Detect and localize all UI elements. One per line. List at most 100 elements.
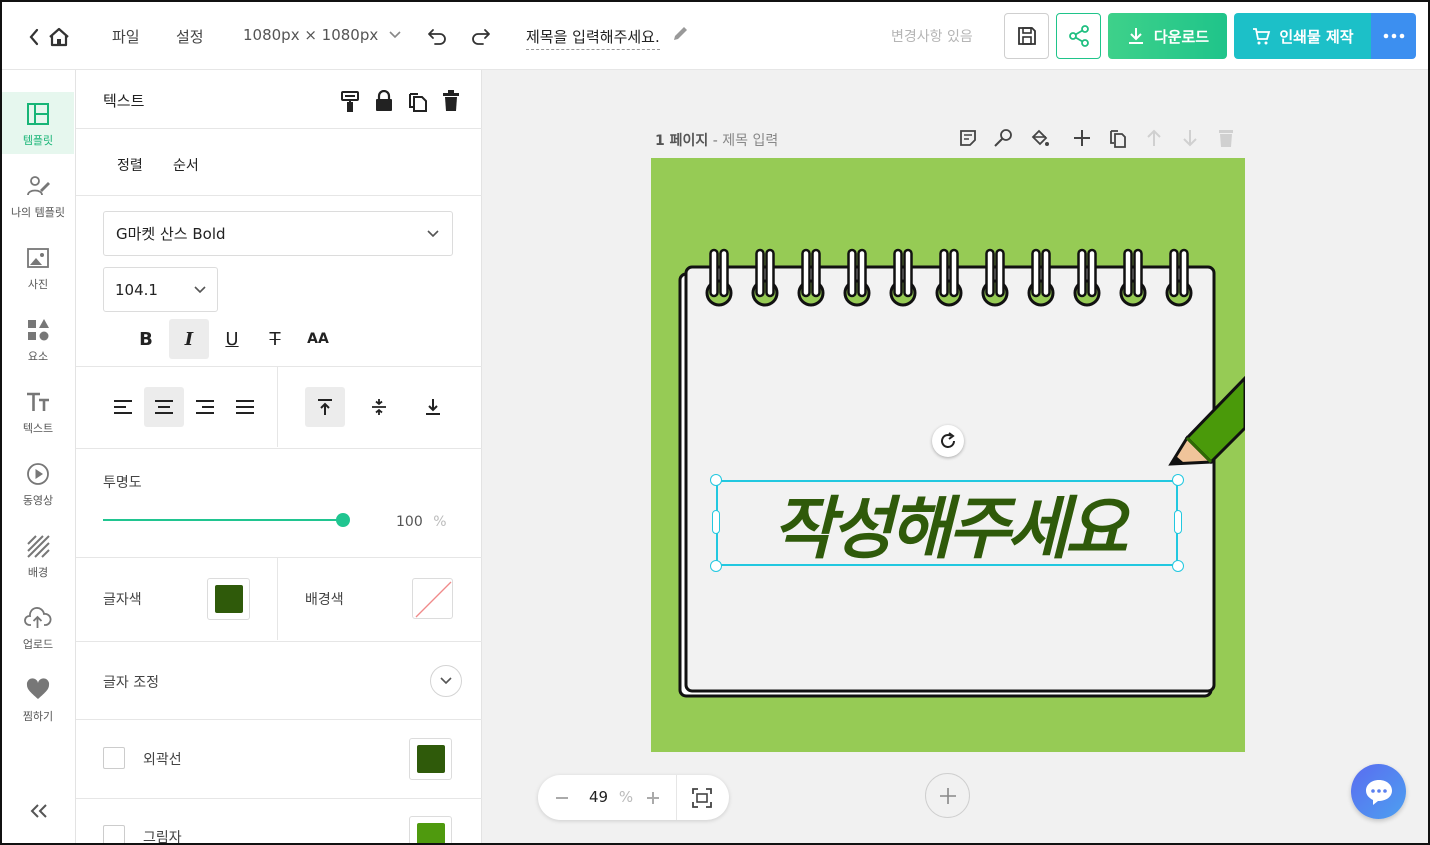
nav-elements[interactable]: 요소 [2,308,74,370]
nav-template[interactable]: 템플릿 [2,92,74,154]
collapse-nav-button[interactable] [28,802,50,820]
more-button[interactable] [1371,13,1416,59]
design-page[interactable]: 작성해주세요 [651,158,1245,752]
back-home-button[interactable] [24,22,72,52]
nav-photo[interactable]: 사진 [2,236,74,298]
font-family-value: G마켓 산스 Bold [116,225,226,243]
canvas-size-select[interactable]: 1080px × 1080px [243,26,402,44]
page-number: 1 페이지 [655,133,709,149]
text-case-button[interactable]: AA [298,319,338,359]
plus-icon [1074,130,1090,146]
resize-handle-tl[interactable] [710,474,722,486]
strikethrough-button[interactable]: T [255,319,295,359]
page-memo-button[interactable] [958,128,978,148]
page-magic-button[interactable] [993,128,1013,148]
chevron-down-icon [194,286,206,294]
opacity-slider-thumb[interactable] [336,513,350,527]
selection-box [716,480,1178,566]
nav-background[interactable]: 배경 [2,524,74,586]
resize-handle-left[interactable] [712,510,720,534]
zoom-value[interactable]: 49 % [589,788,633,806]
resize-handle-br[interactable] [1172,560,1184,572]
valign-middle-button[interactable] [359,387,399,427]
valign-bottom-button[interactable] [413,387,453,427]
divider [76,641,482,642]
undo-button[interactable] [425,24,449,48]
font-size-value: 104.1 [115,280,158,299]
align-left-button[interactable] [103,387,143,427]
chat-support-button[interactable] [1351,764,1406,819]
text-color-label: 글자색 [103,592,142,608]
tab-align[interactable]: 정렬 [117,155,143,175]
spiral-wire [755,248,765,298]
outline-color-fill [416,745,445,773]
print-order-button[interactable]: 인쇄물 제작 [1234,13,1371,59]
floppy-icon [1017,27,1036,45]
bold-button[interactable]: B [126,319,166,359]
nav-my-template[interactable]: 나의 템플릿 [2,164,74,226]
lock-button[interactable] [374,89,394,112]
move-page-down-button[interactable] [1180,128,1200,148]
shadow-color-fill [416,823,445,843]
outline-checkbox[interactable] [103,747,125,769]
nav-label: 업로드 [22,638,54,651]
move-page-up-button[interactable] [1144,128,1164,148]
add-page-button[interactable] [1072,128,1092,148]
bg-color-swatch[interactable] [412,578,453,619]
page-title[interactable]: 제목 입력 [722,133,778,149]
spiral-wire [949,248,959,298]
menu-file[interactable]: 파일 [112,26,140,47]
redo-button[interactable] [469,24,493,48]
shadow-checkbox[interactable] [103,825,125,843]
copy-style-button[interactable] [340,90,362,112]
page-background-fill-button[interactable] [1030,128,1050,148]
nav-upload[interactable]: 업로드 [2,596,74,658]
text-color-swatch[interactable] [207,578,250,620]
top-bar: 파일 설정 1080px × 1080px 제목을 입력해주세요. 변경사항 있… [2,2,1428,70]
duplicate-page-button[interactable] [1108,128,1128,148]
outline-color-swatch[interactable] [409,738,452,780]
share-button[interactable] [1056,13,1101,59]
nav-label: 텍스트 [22,422,54,435]
divider [277,367,278,447]
menu-settings[interactable]: 설정 [176,26,204,47]
resize-handle-tr[interactable] [1172,474,1184,486]
video-icon [27,463,49,485]
nav-text[interactable]: 텍스트 [2,380,74,442]
opacity-slider[interactable] [103,513,351,527]
fit-screen-button[interactable] [691,787,713,809]
align-justify-button[interactable] [225,387,265,427]
zoom-in-button[interactable] [645,790,661,806]
delete-button[interactable] [442,90,460,112]
nav-label: 동영상 [22,494,54,507]
font-size-select[interactable]: 104.1 [103,267,218,312]
align-right-button[interactable] [185,387,225,427]
valign-top-button[interactable] [305,387,345,427]
nav-favorites[interactable]: 찜하기 [2,668,74,730]
text-spacing-expand-button[interactable] [430,665,462,697]
pencil-icon[interactable] [670,24,690,44]
spiral-wire [939,248,949,298]
italic-button[interactable]: I [169,319,209,359]
tab-order[interactable]: 순서 [173,155,199,175]
nav-label: 템플릿 [22,134,54,147]
delete-page-button[interactable] [1216,128,1236,148]
spiral-wire [709,248,719,298]
align-center-button[interactable] [144,387,184,427]
rotate-handle[interactable] [932,425,964,457]
valign-bottom-icon [426,399,440,415]
add-page-bottom-button[interactable] [925,773,970,818]
resize-handle-bl[interactable] [710,560,722,572]
nav-label: 배경 [27,566,49,579]
underline-button[interactable]: U [212,319,252,359]
resize-handle-right[interactable] [1174,510,1182,534]
nav-video[interactable]: 동영상 [2,452,74,514]
font-family-select[interactable]: G마켓 산스 Bold [103,211,453,256]
duplicate-button[interactable] [407,90,429,112]
shadow-color-swatch[interactable] [409,816,452,843]
divider [676,775,677,820]
document-title[interactable]: 제목을 입력해주세요. [526,24,660,50]
zoom-out-button[interactable] [554,790,570,806]
save-button[interactable] [1004,13,1049,59]
download-button[interactable]: 다운로드 [1108,13,1227,59]
